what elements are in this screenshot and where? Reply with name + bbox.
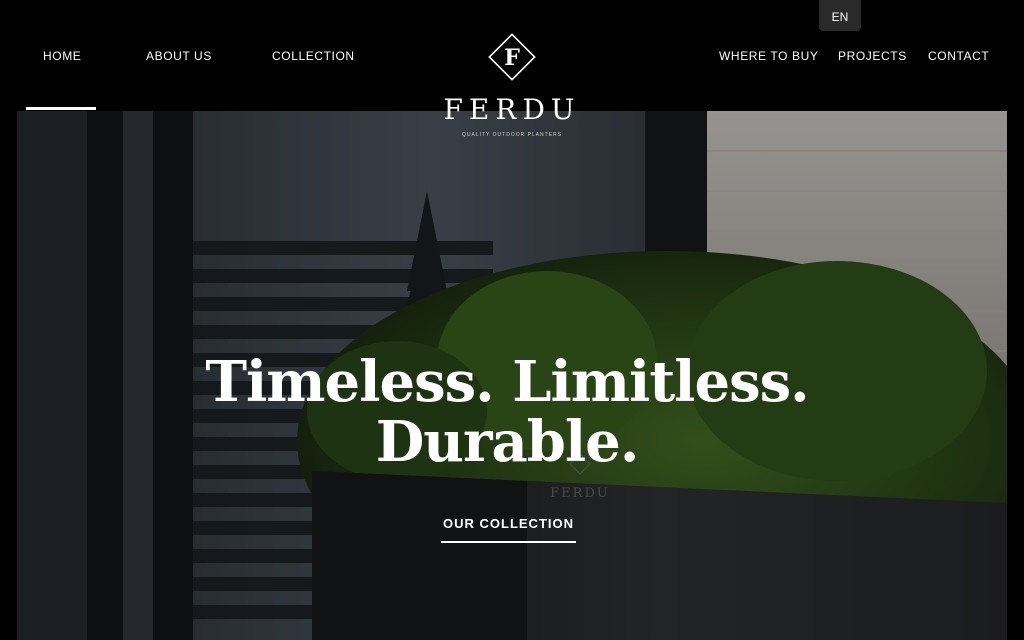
logo-wordmark[interactable]: FERDU <box>441 93 583 126</box>
language-switcher[interactable]: EN <box>819 0 861 31</box>
logo-letter: F <box>504 45 520 71</box>
hero-headline: Timeless. Limitless. Durable. <box>0 352 1014 472</box>
active-nav-indicator <box>26 107 96 110</box>
logo-mark[interactable]: F <box>485 30 539 84</box>
headline-line-1: Timeless. Limitless. <box>205 349 809 415</box>
nav-about-us[interactable]: ABOUT US <box>146 49 212 63</box>
logo-tagline: QUALITY OUTDOOR PLANTERS <box>461 132 563 138</box>
headline-line-2: Durable. <box>375 409 640 475</box>
nav-where-to-buy[interactable]: WHERE TO BUY <box>719 49 818 63</box>
diamond-logo-icon: F <box>488 33 536 81</box>
our-collection-button[interactable]: OUR COLLECTION <box>441 516 576 543</box>
nav-projects[interactable]: PROJECTS <box>838 49 907 63</box>
nav-home[interactable]: HOME <box>43 49 81 63</box>
nav-collection[interactable]: COLLECTION <box>272 49 355 63</box>
nav-contact[interactable]: CONTACT <box>928 49 989 63</box>
planter-brand-text: FERDU <box>550 486 610 501</box>
